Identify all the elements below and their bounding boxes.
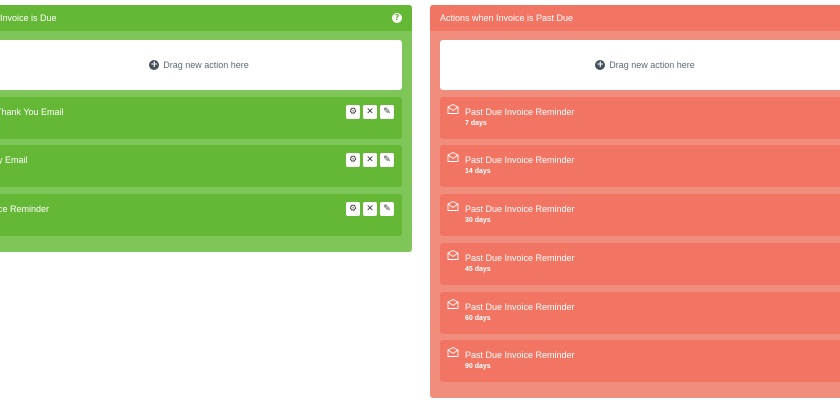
due-action-card[interactable]: ice Reminder ⚙ ✕ ✎ bbox=[0, 194, 402, 236]
due-panel-header: Invoice is Due ? bbox=[0, 5, 412, 31]
due-drop-zone[interactable]: + Drag new action here bbox=[0, 40, 402, 90]
drop-zone-label: Drag new action here bbox=[163, 60, 249, 70]
due-actions-panel: Invoice is Due ? + Drag new action here … bbox=[0, 5, 412, 252]
mail-icon bbox=[447, 299, 459, 309]
past-due-panel-header: Actions when Invoice is Past Due bbox=[430, 5, 840, 31]
past-due-actions-panel: Actions when Invoice is Past Due + Drag … bbox=[430, 5, 840, 398]
past-due-action-card[interactable]: Past Due Invoice Reminder 30 days bbox=[440, 194, 840, 236]
action-days: 60 days bbox=[465, 315, 491, 322]
action-label: Past Due Invoice Reminder bbox=[465, 107, 575, 117]
help-icon[interactable]: ? bbox=[392, 13, 402, 23]
mail-icon bbox=[447, 104, 459, 114]
action-label: Past Due Invoice Reminder bbox=[465, 302, 575, 312]
drop-zone-label: Drag new action here bbox=[609, 60, 695, 70]
past-due-action-card[interactable]: Past Due Invoice Reminder 14 days bbox=[440, 145, 840, 187]
mail-icon bbox=[447, 347, 459, 357]
delete-button[interactable]: ✕ bbox=[363, 202, 377, 216]
past-due-drop-zone[interactable]: + Drag new action here bbox=[440, 40, 840, 90]
edit-button[interactable]: ✎ bbox=[380, 153, 394, 167]
action-label: Past Due Invoice Reminder bbox=[465, 204, 575, 214]
settings-button[interactable]: ⚙ bbox=[346, 153, 360, 167]
action-label: Past Due Invoice Reminder bbox=[465, 155, 575, 165]
action-button-group: ⚙ ✕ ✎ bbox=[346, 105, 394, 119]
delete-button[interactable]: ✕ bbox=[363, 105, 377, 119]
delete-button[interactable]: ✕ bbox=[363, 153, 377, 167]
mail-icon bbox=[447, 152, 459, 162]
plus-circle-icon: + bbox=[149, 60, 160, 70]
mail-icon bbox=[447, 250, 459, 260]
action-days: 7 days bbox=[465, 120, 487, 127]
action-label: ly Email bbox=[0, 155, 28, 165]
action-button-group: ⚙ ✕ ✎ bbox=[346, 202, 394, 216]
mail-icon bbox=[447, 201, 459, 211]
due-panel-title: Invoice is Due bbox=[0, 13, 57, 23]
action-label: Past Due Invoice Reminder bbox=[465, 253, 575, 263]
action-label: Thank You Email bbox=[0, 107, 64, 117]
past-due-action-card[interactable]: Past Due Invoice Reminder 90 days bbox=[440, 340, 840, 382]
action-button-group: ⚙ ✕ ✎ bbox=[346, 153, 394, 167]
action-days: 45 days bbox=[465, 266, 491, 273]
action-days: 30 days bbox=[465, 217, 491, 224]
due-action-card[interactable]: ly Email ⚙ ✕ ✎ bbox=[0, 145, 402, 187]
past-due-panel-title: Actions when Invoice is Past Due bbox=[440, 13, 574, 23]
settings-button[interactable]: ⚙ bbox=[346, 105, 360, 119]
settings-button[interactable]: ⚙ bbox=[346, 202, 360, 216]
edit-button[interactable]: ✎ bbox=[380, 202, 394, 216]
plus-circle-icon: + bbox=[595, 60, 606, 70]
edit-button[interactable]: ✎ bbox=[380, 105, 394, 119]
action-days: 14 days bbox=[465, 168, 491, 175]
past-due-action-card[interactable]: Past Due Invoice Reminder 60 days bbox=[440, 292, 840, 334]
action-label: Past Due Invoice Reminder bbox=[465, 350, 575, 360]
past-due-action-card[interactable]: Past Due Invoice Reminder 7 days bbox=[440, 97, 840, 139]
action-days: 90 days bbox=[465, 363, 491, 370]
past-due-action-card[interactable]: Past Due Invoice Reminder 45 days bbox=[440, 243, 840, 285]
action-label: ice Reminder bbox=[0, 204, 50, 214]
due-action-card[interactable]: Thank You Email ⚙ ✕ ✎ bbox=[0, 97, 402, 139]
